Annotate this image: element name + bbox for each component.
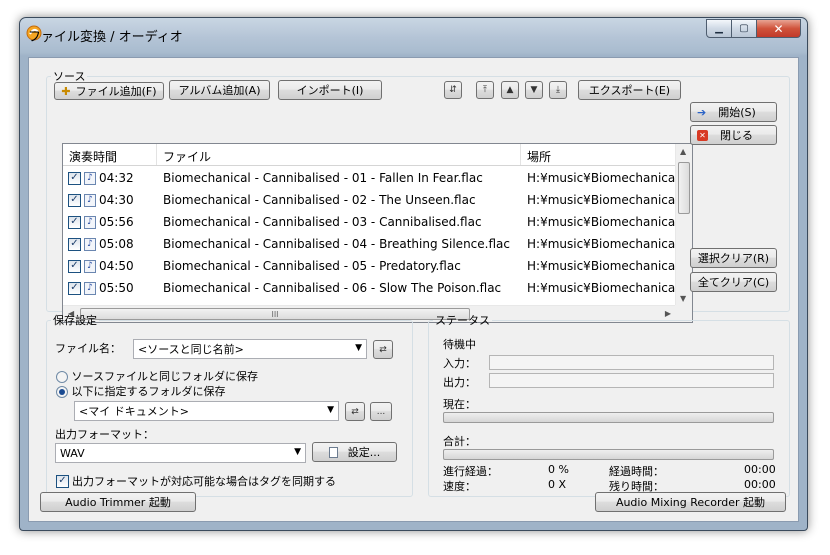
chevron-down-icon: ▼ [355, 343, 362, 353]
list-item[interactable]: ✓ ♪ 05:50 Biomechanical - Cannibalised - 0… [63, 277, 675, 299]
list-item[interactable]: ✓ ♪ 04:32 Biomechanical - Cannibalised - 0… [63, 167, 675, 189]
column-header-time[interactable]: 演奏時間 [63, 144, 157, 165]
list-item[interactable]: ✓ ♪ 05:56 Biomechanical - Cannibalised - 0… [63, 211, 675, 233]
close-button[interactable]: ✕ 閉じる [690, 125, 777, 145]
format-combo[interactable]: WAV ▼ [55, 443, 306, 463]
add-album-button[interactable]: アルバム追加(A) [169, 80, 270, 100]
current-label: 現在： [443, 398, 476, 411]
checkbox[interactable]: ✓ [68, 193, 81, 207]
sort-icon[interactable]: ⇵ [444, 81, 462, 99]
output-field [489, 373, 774, 388]
export-button[interactable]: エクスポート(E) [578, 80, 681, 100]
audio-file-icon: ♪ [84, 259, 96, 273]
plus-icon: ✚ [61, 84, 71, 98]
window-controls: ▁ ▢ ✕ [706, 19, 801, 38]
checkbox[interactable]: ✓ [68, 237, 81, 251]
output-label: 出力： [443, 376, 476, 389]
checkbox[interactable]: ✓ [68, 259, 81, 273]
remaining-value: 00:00 [744, 478, 776, 491]
document-icon [328, 446, 338, 458]
input-field [489, 355, 774, 370]
chevron-down-icon: ▼ [327, 405, 334, 415]
source-file-list[interactable]: 演奏時間 ファイル 場所 ✓ ♪ 04:32 Biomechanical - Can… [62, 143, 693, 323]
progress-value: 0 % [548, 463, 569, 476]
start-button[interactable]: ➔ 開始(S) [690, 102, 777, 122]
audio-file-icon: ♪ [84, 281, 96, 295]
list-header: 演奏時間 ファイル 場所 [63, 144, 675, 166]
radio-same-folder[interactable]: ソースファイルと同じフォルダに保存 [56, 368, 258, 384]
current-progress-bar [443, 412, 774, 423]
minimize-button[interactable]: ▁ [706, 19, 732, 38]
scroll-down-icon[interactable]: ▼ [680, 294, 686, 303]
import-button[interactable]: インポート(I) [278, 80, 382, 100]
close-window-button[interactable]: ✕ [757, 19, 801, 38]
progress-label: 進行経過： [443, 465, 498, 478]
list-item[interactable]: ✓ ♪ 04:50 Biomechanical - Cannibalised - 0… [63, 255, 675, 277]
audio-file-icon: ♪ [84, 215, 96, 229]
add-file-button[interactable]: ✚ ファイル追加(F) [54, 82, 164, 100]
list-item[interactable]: ✓ ♪ 05:08 Biomechanical - Cannibalised - 0… [63, 233, 675, 255]
folder-browse-button[interactable]: ... [370, 402, 392, 421]
client-area: ソース ✚ ファイル追加(F) アルバム追加(A) インポート(I) ⇵ ⤒ ▲… [28, 57, 799, 522]
audio-file-icon: ♪ [84, 171, 96, 185]
save-settings-legend: 保存設定 [53, 314, 97, 327]
move-top-icon[interactable]: ⤒ [476, 81, 494, 99]
speed-label: 速度： [443, 480, 476, 493]
filename-combo[interactable]: <ソースと同じ名前> ▼ [133, 339, 367, 359]
radio-button[interactable] [56, 371, 68, 383]
radio-button-selected[interactable] [56, 386, 68, 398]
elapsed-label: 経過時間： [609, 465, 664, 478]
checkbox[interactable]: ✓ [56, 474, 69, 488]
clear-selection-button[interactable]: 選択クリア(R) [690, 248, 777, 268]
list-item[interactable]: ✓ ♪ 04:30 Biomechanical - Cannibalised - 0… [63, 189, 675, 211]
column-header-file[interactable]: ファイル [157, 144, 521, 165]
checkbox[interactable]: ✓ [68, 171, 81, 185]
audio-trimmer-button[interactable]: Audio Trimmer 起動 [40, 492, 196, 512]
total-progress-bar [443, 449, 774, 460]
status-state: 待機中 [443, 338, 476, 351]
audio-mixing-recorder-button[interactable]: Audio Mixing Recorder 起動 [595, 492, 786, 512]
input-label: 入力： [443, 357, 476, 370]
status-legend: ステータス [435, 314, 490, 327]
app-window: ▁ ▢ ✕ ソース ✚ ファイル追加(F) アルバム追加(A) インポート(I)… [19, 17, 808, 531]
radio-specified-folder[interactable]: 以下に指定するフォルダに保存 [56, 383, 226, 399]
move-up-icon[interactable]: ▲ [501, 81, 519, 99]
sync-tags-checkbox[interactable]: ✓ 出力フォーマットが対応可能な場合はタグを同期する [56, 473, 336, 489]
clear-all-button[interactable]: 全てクリア(C) [690, 272, 777, 292]
maximize-button[interactable]: ▢ [732, 19, 757, 38]
settings-button[interactable]: 設定... [312, 442, 397, 462]
filename-label: ファイル名： [55, 342, 121, 355]
folder-swap-icon[interactable]: ⇄ [345, 402, 365, 421]
window-title: ファイル変換 / オーディオ [28, 30, 183, 45]
audio-file-icon: ♪ [84, 237, 96, 251]
column-header-location[interactable]: 場所 [521, 144, 675, 165]
chevron-down-icon: ▼ [294, 447, 301, 457]
folder-combo[interactable]: <マイ ドキュメント> ▼ [74, 401, 339, 421]
elapsed-value: 00:00 [744, 463, 776, 476]
move-down-icon[interactable]: ▼ [525, 81, 543, 99]
total-label: 合計： [443, 435, 476, 448]
close-icon: ✕ [697, 129, 708, 141]
checkbox[interactable]: ✓ [68, 281, 81, 295]
speed-value: 0 X [548, 478, 567, 491]
output-format-label: 出力フォーマット： [55, 428, 154, 441]
move-bottom-icon[interactable]: ⤓ [549, 81, 567, 99]
filename-swap-icon[interactable]: ⇄ [373, 340, 393, 359]
audio-file-icon: ♪ [84, 193, 96, 207]
checkbox[interactable]: ✓ [68, 215, 81, 229]
vertical-scroll-thumb[interactable] [678, 162, 690, 214]
scroll-up-icon[interactable]: ▲ [680, 147, 686, 156]
arrow-right-icon: ➔ [697, 105, 707, 119]
